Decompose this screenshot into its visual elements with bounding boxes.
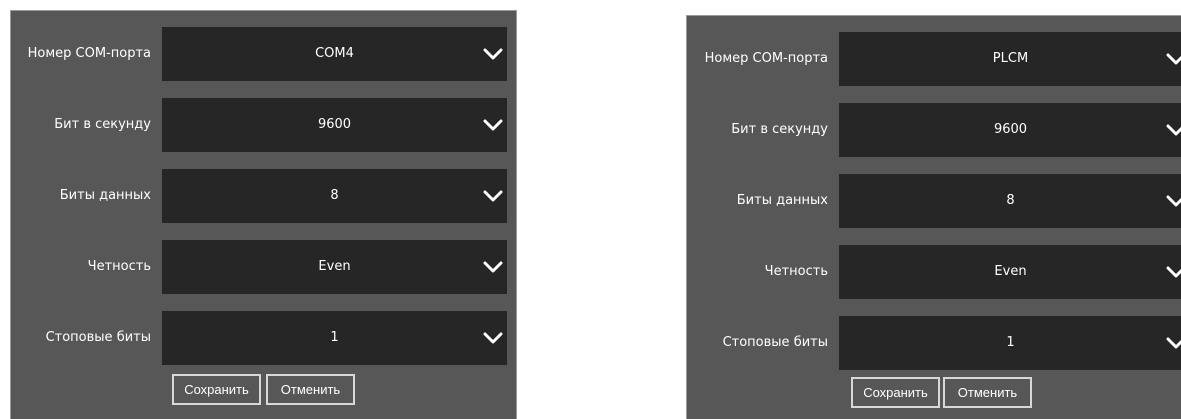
parity-value: Even <box>318 259 351 274</box>
chevron-down-icon <box>483 190 503 202</box>
chevron-down-icon <box>1166 124 1181 136</box>
parity-select[interactable]: Even <box>162 240 507 294</box>
stop-bits-select[interactable]: 1 <box>162 311 507 365</box>
com-settings-panel-right: Номер COM-порта PLCM Бит в секунду 9600 … <box>686 15 1181 419</box>
data-bits-value: 8 <box>1006 193 1015 208</box>
chevron-down-icon <box>1166 53 1181 65</box>
baud-value: 9600 <box>993 122 1028 137</box>
com-settings-panel-left: Номер COM-порта COM4 Бит в секунду 9600 … <box>10 10 517 419</box>
port-label: Номер COM-порта <box>27 46 151 61</box>
cancel-button[interactable]: Отменить <box>943 377 1032 408</box>
port-row: Номер COM-порта PLCM <box>687 32 1181 86</box>
chevron-down-icon <box>483 119 503 131</box>
data-bits-select[interactable]: 8 <box>162 169 507 223</box>
baud-value: 9600 <box>317 117 352 132</box>
chevron-down-icon <box>483 48 503 60</box>
baud-row: Бит в секунду 9600 <box>11 98 516 152</box>
data-bits-row: Биты данных 8 <box>11 169 516 223</box>
stop-bits-label: Стоповые биты <box>722 335 828 350</box>
stop-bits-value: 1 <box>330 330 339 345</box>
baud-select[interactable]: 9600 <box>162 98 507 152</box>
data-bits-row: Биты данных 8 <box>687 174 1181 228</box>
parity-select[interactable]: Even <box>839 245 1181 299</box>
save-button[interactable]: Сохранить <box>851 377 940 408</box>
chevron-down-icon <box>1166 195 1181 207</box>
save-button[interactable]: Сохранить <box>172 374 261 405</box>
parity-row: Четность Even <box>11 240 516 294</box>
stop-bits-select[interactable]: 1 <box>839 316 1181 370</box>
baud-row: Бит в секунду 9600 <box>687 103 1181 157</box>
port-label: Номер COM-порта <box>704 51 828 66</box>
port-value: COM4 <box>315 46 354 61</box>
chevron-down-icon <box>1166 266 1181 278</box>
data-bits-value: 8 <box>330 188 339 203</box>
data-bits-select[interactable]: 8 <box>839 174 1181 228</box>
stop-bits-value: 1 <box>1006 335 1015 350</box>
cancel-button[interactable]: Отменить <box>266 374 355 405</box>
stop-bits-row: Стоповые биты 1 <box>11 311 516 365</box>
parity-value: Even <box>994 264 1027 279</box>
chevron-down-icon <box>483 332 503 344</box>
port-select[interactable]: COM4 <box>162 27 507 81</box>
stop-bits-label: Стоповые биты <box>45 330 151 345</box>
parity-row: Четность Even <box>687 245 1181 299</box>
parity-label: Четность <box>764 264 828 279</box>
port-value: PLCM <box>992 51 1029 66</box>
port-select[interactable]: PLCM <box>839 32 1181 86</box>
parity-label: Четность <box>87 259 151 274</box>
data-bits-label: Биты данных <box>736 193 828 208</box>
stop-bits-row: Стоповые биты 1 <box>687 316 1181 370</box>
chevron-down-icon <box>483 261 503 273</box>
chevron-down-icon <box>1166 337 1181 349</box>
port-row: Номер COM-порта COM4 <box>11 27 516 81</box>
baud-select[interactable]: 9600 <box>839 103 1181 157</box>
baud-label: Бит в секунду <box>731 122 828 137</box>
baud-label: Бит в секунду <box>54 117 151 132</box>
data-bits-label: Биты данных <box>59 188 151 203</box>
